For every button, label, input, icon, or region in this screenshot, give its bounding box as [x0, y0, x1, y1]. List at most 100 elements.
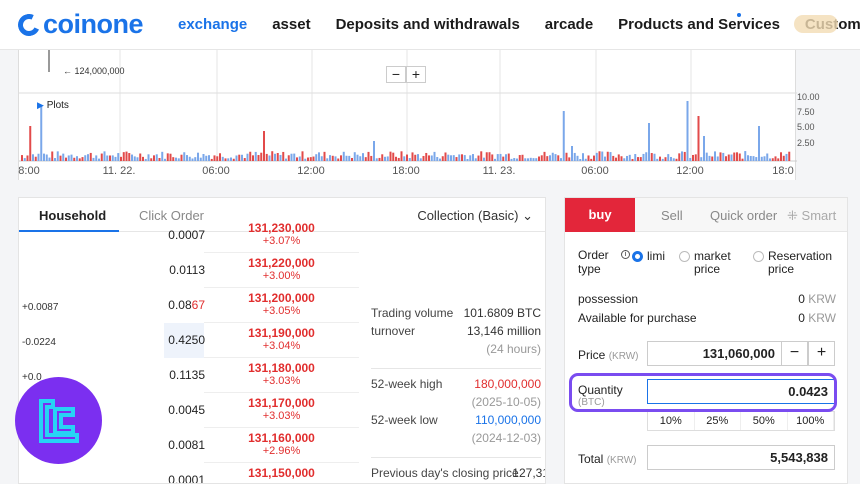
volume-bar	[359, 156, 362, 161]
volume-bar	[103, 151, 106, 161]
zoom-out-button[interactable]: −	[386, 66, 406, 83]
volume-bar	[626, 155, 628, 161]
volume-bar	[601, 151, 604, 161]
volume-bar	[546, 156, 549, 161]
menu-exchange[interactable]: exchange	[178, 16, 247, 33]
volume-bar	[221, 156, 224, 161]
volume-bar	[34, 156, 37, 161]
volume-bar	[439, 158, 441, 161]
radio-limit[interactable]: i limi	[621, 250, 665, 263]
play-icon: ▶	[37, 100, 44, 110]
volume-bar	[323, 151, 326, 161]
available-value: 0	[798, 311, 805, 325]
percent-100-button[interactable]: 100%	[788, 412, 834, 430]
volume-bar	[711, 156, 714, 161]
percent-25-button[interactable]: 25%	[695, 412, 741, 430]
orderbook-panel: Household Click Order Collection (Basic)…	[18, 197, 546, 484]
orderbook-row[interactable]: 0.0113 131,220,000 +3.00%	[19, 253, 359, 288]
tab-sell[interactable]: Sell	[661, 208, 683, 223]
volume-bar	[752, 156, 755, 161]
order-price: 131,200,000	[248, 291, 315, 305]
radio-market[interactable]: market price	[679, 250, 738, 276]
volume-chart[interactable]: ← 124,000,000 − + ▶ Plots	[18, 50, 797, 180]
order-pct: +3.03%	[262, 410, 301, 422]
volume-bar	[708, 155, 711, 161]
total-input[interactable]: 5,543,838	[647, 445, 835, 470]
order-price: 131,160,000	[248, 431, 315, 445]
order-price-cell[interactable]: 131,200,000 +3.05%	[204, 288, 359, 323]
volume-bar	[43, 153, 45, 161]
volume-bar	[301, 151, 304, 161]
radio-label: limi	[647, 249, 665, 263]
volume-bar	[425, 152, 428, 161]
volume-bar	[180, 154, 183, 161]
zoom-in-button[interactable]: +	[406, 66, 426, 83]
menu-asset[interactable]: asset	[272, 16, 310, 33]
radio-reservation[interactable]: Reservation price	[753, 250, 834, 276]
chevron-down-icon: ⌄	[522, 208, 533, 223]
volume-bar	[353, 152, 356, 161]
tab-smart[interactable]: ⁜ Smart	[787, 208, 836, 224]
order-pct: +3.00%	[262, 270, 301, 282]
menu-deposits[interactable]: Deposits and withdrawals	[336, 16, 520, 33]
orderbook-row[interactable]: -0.0224 0.4250 131,190,000 +3.04%	[19, 323, 359, 358]
order-qty: 0.1135	[169, 368, 205, 382]
plots-toggle[interactable]: ▶ Plots	[37, 100, 69, 111]
volume-bar	[656, 158, 659, 161]
volume-bar	[681, 151, 683, 161]
volume-bar	[579, 158, 582, 161]
orderbook-row[interactable]: 0.0007 131,230,000 +3.07%	[19, 218, 359, 253]
volume-bar	[142, 156, 144, 161]
menu-products[interactable]: Products and Services	[618, 16, 780, 33]
order-price-cell[interactable]: 131,190,000 +3.04%	[204, 323, 359, 358]
orderbook-row[interactable]: 0.0001 131,150,000	[19, 463, 359, 483]
time-axis: 8:00 11. 22. 06:00 12:00 18:00 11. 23. 0…	[18, 163, 796, 181]
coinone-logo[interactable]: coinone	[14, 9, 144, 40]
volume-bar	[782, 155, 785, 161]
volume-bar	[452, 155, 455, 161]
volume-bar	[241, 154, 243, 161]
price-input[interactable]: 131,060,000	[647, 341, 781, 366]
percent-10-button[interactable]: 10%	[648, 412, 695, 430]
order-qty: 0.0867	[168, 298, 205, 312]
order-price-cell[interactable]: 131,220,000 +3.00%	[204, 253, 359, 288]
order-pct: +3.04%	[262, 340, 301, 352]
volume-bar	[166, 153, 169, 161]
volume-bar	[26, 155, 29, 161]
volume-bar	[540, 155, 543, 161]
volume-bar	[210, 158, 213, 161]
price-plus-button[interactable]: +	[808, 341, 835, 366]
volume-bar	[230, 157, 232, 161]
volume-bar	[51, 151, 54, 161]
percent-50-button[interactable]: 50%	[741, 412, 788, 430]
order-price-cell[interactable]: 131,150,000	[204, 463, 359, 483]
volume-bar	[741, 158, 744, 161]
tab-quick-order[interactable]: Quick order	[710, 208, 777, 223]
tab-buy[interactable]: buy	[565, 198, 635, 232]
order-pct: +3.07%	[262, 235, 301, 247]
order-qty: 0.0113	[169, 263, 205, 277]
volume-bar	[315, 154, 318, 161]
volume-bar	[730, 154, 733, 161]
volume-bar	[186, 155, 188, 161]
menu-arcade[interactable]: arcade	[545, 16, 593, 33]
order-price-cell[interactable]: 131,170,000 +3.03%	[204, 393, 359, 428]
stat-note: (2025-10-05)	[471, 395, 541, 409]
volume-bar	[411, 152, 414, 161]
qty-change: +0.0087	[22, 302, 59, 313]
price-minus-button[interactable]: −	[781, 341, 808, 366]
volume-bar	[450, 155, 452, 161]
volume-bar	[554, 154, 557, 161]
order-price-cell[interactable]: 131,160,000 +2.96%	[204, 428, 359, 463]
volume-bar	[216, 156, 219, 161]
volume-bar	[551, 152, 554, 161]
order-price-cell[interactable]: 131,230,000 +3.07%	[204, 218, 359, 253]
volume-bar	[609, 152, 612, 161]
collection-dropdown[interactable]: Collection (Basic) ⌄	[417, 208, 533, 224]
order-price-cell[interactable]: 131,180,000 +3.03%	[204, 358, 359, 393]
volume-bar	[604, 156, 606, 161]
volume-bar	[290, 153, 293, 161]
volume-bar	[529, 157, 532, 161]
orderbook-row[interactable]: +0.0087 0.0867 131,200,000 +3.05%	[19, 288, 359, 323]
volume-bar	[716, 156, 719, 161]
